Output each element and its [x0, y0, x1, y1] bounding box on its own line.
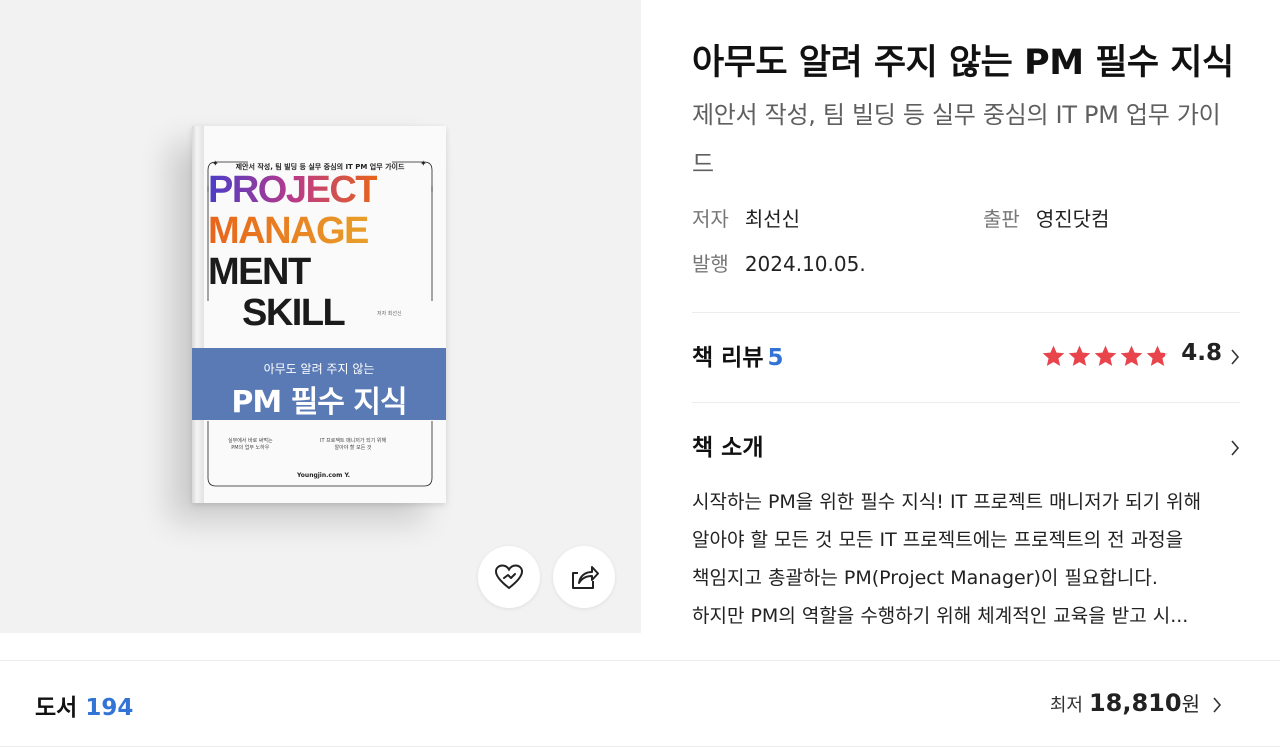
review-label: 책 리뷰	[692, 345, 764, 371]
cover-title-line-4: SKILL	[242, 292, 346, 334]
cover-title-line-3: MENT	[208, 251, 311, 293]
publisher-value[interactable]: 영진닷컴	[1036, 207, 1110, 231]
books-count: 194	[85, 695, 134, 721]
cover-band-title: PM 필수 지식	[231, 385, 407, 420]
cover-author: 저자 최선신	[377, 311, 402, 317]
author-label: 저자	[692, 207, 729, 231]
title-block: 아무도 알려 주지 않는 PM 필수 지식 제안서 작성, 팀 빌딩 등 실무 …	[692, 40, 1240, 190]
cover-band: 아무도 알려 주지 않는 PM 필수 지식	[192, 348, 446, 420]
date-label: 발행	[692, 252, 729, 276]
price-amount: 18,810	[1088, 689, 1182, 717]
lowest-price[interactable]: 최저 18,810원	[1050, 688, 1200, 717]
cover-panel: ✦ ✦ 제안서 작성, 팀 빌딩 등 실무 중심의 IT PM 업무 가이드 P…	[0, 0, 641, 633]
date-value: 2024.10.05.	[744, 252, 866, 276]
intro-header[interactable]: 책 소개	[692, 428, 1240, 462]
chevron-right-icon	[1231, 349, 1240, 365]
chevron-right-icon	[1231, 440, 1240, 456]
publisher-row: 출판 영진닷컴	[983, 203, 1109, 232]
price-label: 최저	[1049, 695, 1083, 716]
cover-bottom-right: IT 프로젝트 매니저가 되기 위해 알아야 할 모든 것	[320, 438, 387, 451]
author-row: 저자 최선신	[692, 203, 800, 232]
cover-band-small: 아무도 알려 주지 않는	[263, 362, 375, 376]
share-icon	[572, 566, 599, 589]
review-row[interactable]: 책 리뷰 5 4.8	[692, 338, 1240, 380]
publisher-label: 출판	[983, 207, 1020, 231]
cover-title: PROJECT MANAGE MENT SKILL	[208, 169, 378, 334]
divider	[692, 402, 1240, 403]
intro-label: 책 소개	[692, 435, 764, 461]
heart-icon	[494, 564, 524, 590]
books-count-label: 도서 194	[35, 688, 133, 722]
star-icon	[1042, 345, 1065, 366]
book-subtitle: 제안서 작성, 팀 빌딩 등 실무 중심의 IT PM 업무 가이드	[692, 101, 1221, 178]
divider	[692, 312, 1240, 313]
offers-bar[interactable]: 도서 194 최저 18,810원	[0, 660, 1280, 747]
book-cover[interactable]: ✦ ✦ 제안서 작성, 팀 빌딩 등 실무 중심의 IT PM 업무 가이드 P…	[192, 126, 446, 503]
star-icon	[1146, 345, 1169, 366]
cover-publisher-logo: Youngjin.com Y.	[297, 472, 351, 479]
chevron-right-icon	[1213, 697, 1222, 713]
cover-bottom-left: 실무에서 바로 써먹는 PM의 업무 노하우	[228, 438, 273, 451]
author-value[interactable]: 최선신	[745, 207, 800, 231]
intro-body: 시작하는 PM을 위한 필수 지식! IT 프로젝트 매니저가 되기 위해 알아…	[692, 491, 1202, 589]
cover-title-line-2: MANAGE	[208, 210, 369, 252]
date-row: 발행 2024.10.05.	[692, 248, 866, 277]
star-icon	[1068, 345, 1091, 366]
share-button[interactable]	[553, 546, 615, 608]
like-button[interactable]	[478, 546, 540, 608]
cover-title-line-1: PROJECT	[208, 169, 378, 211]
price-unit: 원	[1181, 692, 1200, 716]
books-label: 도서	[35, 695, 78, 721]
book-title: 아무도 알려 주지 않는 PM 필수 지식	[692, 43, 1234, 83]
intro-text: 시작하는 PM을 위한 필수 지식! IT 프로젝트 매니저가 되기 위해 알아…	[692, 483, 1240, 635]
intro-last-line: 하지만 PM의 역할을 수행하기 위해 체계적인 교육을 받고 시...	[692, 605, 1189, 627]
rating-value: 4.8	[1181, 340, 1222, 366]
star-icon	[1120, 345, 1143, 366]
book-spine	[192, 126, 204, 503]
star-rating	[1041, 344, 1170, 368]
review-count: 5	[767, 345, 784, 371]
star-icon	[1094, 345, 1117, 366]
